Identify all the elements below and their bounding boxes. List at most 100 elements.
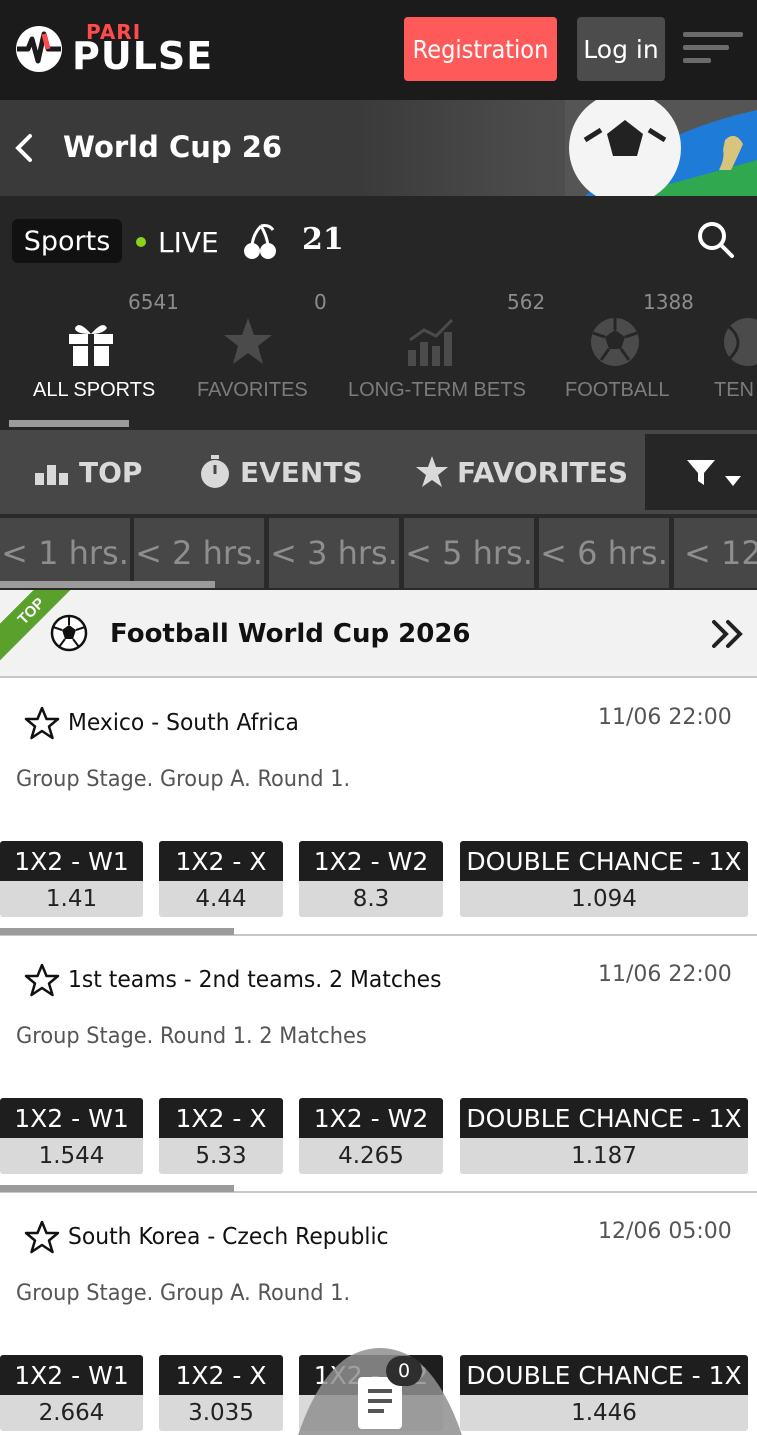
odds-button[interactable]: 1X2 - X 3.035 [159,1355,283,1431]
tab-top[interactable]: TOP [35,452,142,492]
sports-bar: Sports LIVE 21 [0,196,757,286]
logo-text-bottom: PULSE [72,34,214,78]
bet-slip-count-badge: 0 [386,1356,422,1386]
time-filter-6h[interactable]: < 6 hrs. [539,518,669,588]
category-count: 0 [314,290,327,314]
menu-icon[interactable] [683,30,745,70]
login-button[interactable]: Log in [577,17,665,81]
bar-chart-icon [35,465,68,485]
tab-label: TOP [79,455,143,489]
search-icon[interactable] [695,219,735,259]
event-name: Mexico - South Africa [68,710,299,736]
registration-button[interactable]: Registration [404,17,557,81]
category-count: 6541 [128,290,179,314]
odds-value: 4.44 [159,881,283,917]
odds-scroll-indicator [0,928,234,935]
stopwatch-icon [201,455,229,488]
tab-events[interactable]: EVENTS [198,452,363,492]
odds-label: 1X2 - W1 [0,1098,143,1138]
time-filter-1h[interactable]: < 1 hrs. [0,518,130,588]
event-date: 11/06 22:00 [598,705,732,730]
back-arrow-icon[interactable] [12,130,36,166]
star-outline-icon[interactable] [24,1219,60,1255]
tab-favorites[interactable]: FAVORITES [415,452,628,492]
odds-label: 1X2 - W1 [0,1355,143,1395]
odds-value: 1.544 [0,1138,143,1174]
odds-label: 1X2 - X [159,1098,283,1138]
odds-button[interactable]: 1X2 - W1 1.41 [0,841,143,917]
odds-value: 8.3 [299,881,443,917]
odds-button[interactable]: 1X2 - W2 8.3 [299,841,443,917]
time-filter-2h[interactable]: < 2 hrs. [134,518,264,588]
football-icon [50,614,88,652]
filter-button[interactable] [645,434,757,510]
tennis-icon [724,318,757,366]
event-card[interactable]: 1st teams - 2nd teams. 2 Matches 11/06 2… [0,936,757,1193]
twentyone-game-link[interactable]: 21 [302,220,344,260]
odds-value: 1.094 [460,881,748,917]
pulse-logo-icon [16,26,62,72]
star-icon [416,456,448,487]
odds-button[interactable]: 1X2 - W1 2.664 [0,1355,143,1431]
category-label: LONG-TERM BETS [348,379,526,401]
chevron-down-icon [725,476,741,486]
event-name: 1st teams - 2nd teams. 2 Matches [68,967,442,993]
live-tab[interactable]: LIVE [136,222,219,262]
world-cup-ball-image [565,100,757,196]
sport-categories: 6541 ALL SPORTS 0 FAVORITES 562 LONG-TER… [0,286,757,430]
odds-value: 2.664 [0,1395,143,1431]
odds-button[interactable]: 1X2 - W2 4.265 [299,1098,443,1174]
category-count: 562 [507,290,546,314]
category-label: TEN [714,379,754,401]
bet-slip-button[interactable] [298,1347,462,1435]
logo[interactable]: PARI PULSE [14,20,224,76]
top-header: PARI PULSE Registration Log in [0,0,757,100]
double-chevron-right-icon[interactable] [710,618,746,650]
football-icon [591,318,639,366]
odds-button[interactable]: 1X2 - X 5.33 [159,1098,283,1174]
category-label: FOOTBALL [565,379,670,401]
event-name: South Korea - Czech Republic [68,1224,389,1250]
odds-label: DOUBLE CHANCE - 1X [460,1355,748,1395]
odds-label: DOUBLE CHANCE - 1X [460,841,748,881]
tab-label: FAVORITES [457,455,629,489]
category-favorites[interactable]: 0 FAVORITES [180,286,330,430]
star-icon [224,318,272,364]
odds-label: 1X2 - W2 [299,841,443,881]
odds-button[interactable]: 1X2 - W1 1.544 [0,1098,143,1174]
category-count: 1388 [643,290,694,314]
time-filter-12h[interactable]: < 12 [674,518,757,588]
odds-button[interactable]: DOUBLE CHANCE - 1X 1.187 [460,1098,748,1174]
category-tennis[interactable]: TEN [690,286,757,430]
odds-label: 1X2 - W2 [299,1098,443,1138]
cherry-icon[interactable] [243,222,277,262]
category-football[interactable]: 1388 FOOTBALL [550,286,694,430]
star-outline-icon[interactable] [24,705,60,741]
odds-button[interactable]: DOUBLE CHANCE - 1X 1.446 [460,1355,748,1431]
category-active-indicator [9,420,129,427]
category-all-sports[interactable]: 6541 ALL SPORTS [0,286,180,430]
event-stage: Group Stage. Group A. Round 1. [16,1281,351,1306]
time-filter-5h[interactable]: < 5 hrs. [404,518,534,588]
category-long-term-bets[interactable]: 562 LONG-TERM BETS [330,286,550,430]
time-filters: < 1 hrs. < 2 hrs. < 3 hrs. < 5 hrs. < 6 … [0,514,757,590]
gift-icon [69,325,113,366]
odds-button[interactable]: 1X2 - X 4.44 [159,841,283,917]
live-label: LIVE [158,225,219,259]
league-header[interactable]: TOP Football World Cup 2026 [0,590,757,678]
star-outline-icon[interactable] [24,962,60,998]
event-subtabs: TOP EVENTS FAVORITES [0,430,757,514]
event-date: 12/06 05:00 [598,1219,732,1244]
odds-scroll-indicator [0,1185,234,1192]
category-label: FAVORITES [197,379,308,401]
live-dot-icon [136,237,146,247]
odds-label: DOUBLE CHANCE - 1X [460,1098,748,1138]
odds-button[interactable]: DOUBLE CHANCE - 1X 1.094 [460,841,748,917]
event-card[interactable]: Mexico - South Africa 11/06 22:00 Group … [0,679,757,936]
league-title: Football World Cup 2026 [110,619,471,649]
event-stage: Group Stage. Group A. Round 1. [16,767,351,792]
time-filter-3h[interactable]: < 3 hrs. [269,518,399,588]
sports-tab[interactable]: Sports [12,219,122,263]
odds-value: 1.446 [460,1395,748,1431]
filter-icon [687,460,715,485]
